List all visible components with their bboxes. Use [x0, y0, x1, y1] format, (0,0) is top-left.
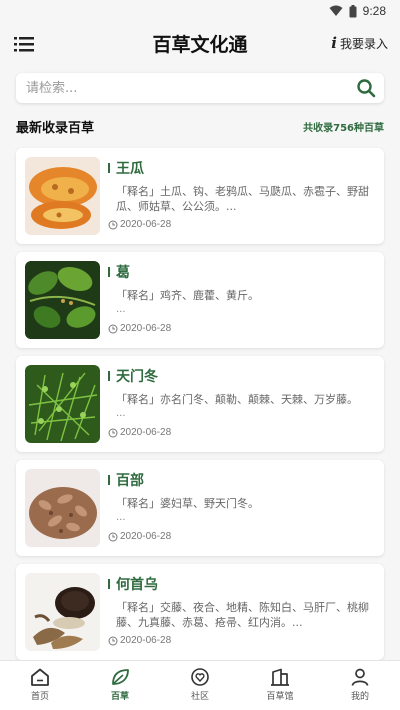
- app-bar: 百草文化通 i 我要录入: [0, 24, 400, 64]
- accent-bar: [108, 371, 110, 381]
- building-icon: [271, 668, 289, 686]
- more-indicator: ...: [116, 408, 126, 419]
- clock-icon: [108, 532, 118, 541]
- herb-description: 「释名」土瓜、钩、老鸦瓜、马瓞瓜、赤雹子、野甜瓜、师姑草、公公须。...: [116, 185, 369, 213]
- section-header: 最新收录百草 共收录756种百草: [16, 117, 384, 137]
- contribute-label: 我要录入: [339, 36, 388, 51]
- herb-image: [25, 365, 100, 443]
- herb-image: [25, 157, 100, 235]
- heart-icon: [191, 668, 209, 686]
- herb-name: 百部: [116, 473, 144, 489]
- herb-description: 「释名」鸡齐、鹿藿、黄斤。: [116, 289, 259, 302]
- accent-bar: [108, 475, 110, 485]
- clock-icon: [108, 324, 118, 333]
- clock-icon: [108, 220, 118, 229]
- herb-date: 2020-06-28: [108, 427, 171, 438]
- home-icon: [31, 668, 49, 686]
- accent-bar: [108, 163, 110, 173]
- battery-icon: [349, 4, 357, 17]
- tab-home[interactable]: 首页: [0, 661, 80, 710]
- tab-profile[interactable]: 我的: [320, 661, 400, 710]
- herb-name: 何首乌: [116, 577, 158, 593]
- section-title: 最新收录百草: [16, 121, 95, 136]
- clock-icon: [108, 636, 118, 645]
- herb-card[interactable]: 王瓜 「释名」土瓜、钩、老鸦瓜、马瓞瓜、赤雹子、野甜瓜、师姑草、公公须。... …: [16, 148, 384, 244]
- herb-date: 2020-06-28: [108, 323, 171, 334]
- menu-icon[interactable]: [14, 34, 36, 54]
- search-input[interactable]: [26, 73, 346, 103]
- herb-image: [25, 573, 100, 651]
- status-bar: 9:28: [0, 0, 400, 24]
- person-icon: [351, 668, 369, 686]
- accent-bar: [108, 579, 110, 589]
- herb-description: 「释名」婆妇草、野天门冬。: [116, 497, 259, 510]
- clock-icon: [108, 428, 118, 437]
- wifi-icon: [329, 5, 343, 16]
- herb-description: 「释名」交藤、夜合、地精、陈知白、马肝厂、桃柳藤、九真藤、赤葛、疮帚、红内消。.…: [116, 601, 369, 629]
- contribute-button[interactable]: i 我要录入: [331, 34, 388, 52]
- herb-name: 天门冬: [116, 369, 158, 385]
- leaf-icon: [112, 669, 129, 685]
- herb-name: 王瓜: [116, 161, 144, 177]
- herb-count: 共收录756种百草: [303, 123, 384, 134]
- herb-date: 2020-06-28: [108, 635, 171, 646]
- info-icon: i: [331, 34, 337, 52]
- herb-name: 葛: [116, 265, 130, 281]
- herb-image: [25, 261, 100, 339]
- tab-community[interactable]: 社区: [160, 661, 240, 710]
- more-indicator: ...: [116, 512, 126, 523]
- herb-date: 2020-06-28: [108, 531, 171, 542]
- herb-card[interactable]: 天门冬 「释名」亦名门冬、颠勒、颠棘、天棘、万岁藤。 ... 2020-06-2…: [16, 356, 384, 452]
- herb-description: 「释名」亦名门冬、颠勒、颠棘、天棘、万岁藤。: [116, 393, 358, 406]
- bottom-tab-bar: 首页 百草 社区 百草馆 我的: [0, 660, 400, 710]
- tab-herb-museum[interactable]: 百草馆: [240, 661, 320, 710]
- tab-herbs[interactable]: 百草: [80, 661, 160, 710]
- herb-card[interactable]: 百部 「释名」婆妇草、野天门冬。 ... 2020-06-28: [16, 460, 384, 556]
- status-icons: 9:28: [329, 4, 386, 18]
- accent-bar: [108, 267, 110, 277]
- search-box: [16, 73, 384, 103]
- herb-card[interactable]: 葛 「释名」鸡齐、鹿藿、黄斤。 ... 2020-06-28: [16, 252, 384, 348]
- herb-card[interactable]: 何首乌 「释名」交藤、夜合、地精、陈知白、马肝厂、桃柳藤、九真藤、赤葛、疮帚、红…: [16, 564, 384, 660]
- status-time: 9:28: [362, 4, 386, 18]
- herb-date: 2020-06-28: [108, 219, 171, 230]
- search-icon[interactable]: [356, 78, 376, 98]
- herb-image: [25, 469, 100, 547]
- more-indicator: ...: [116, 304, 126, 315]
